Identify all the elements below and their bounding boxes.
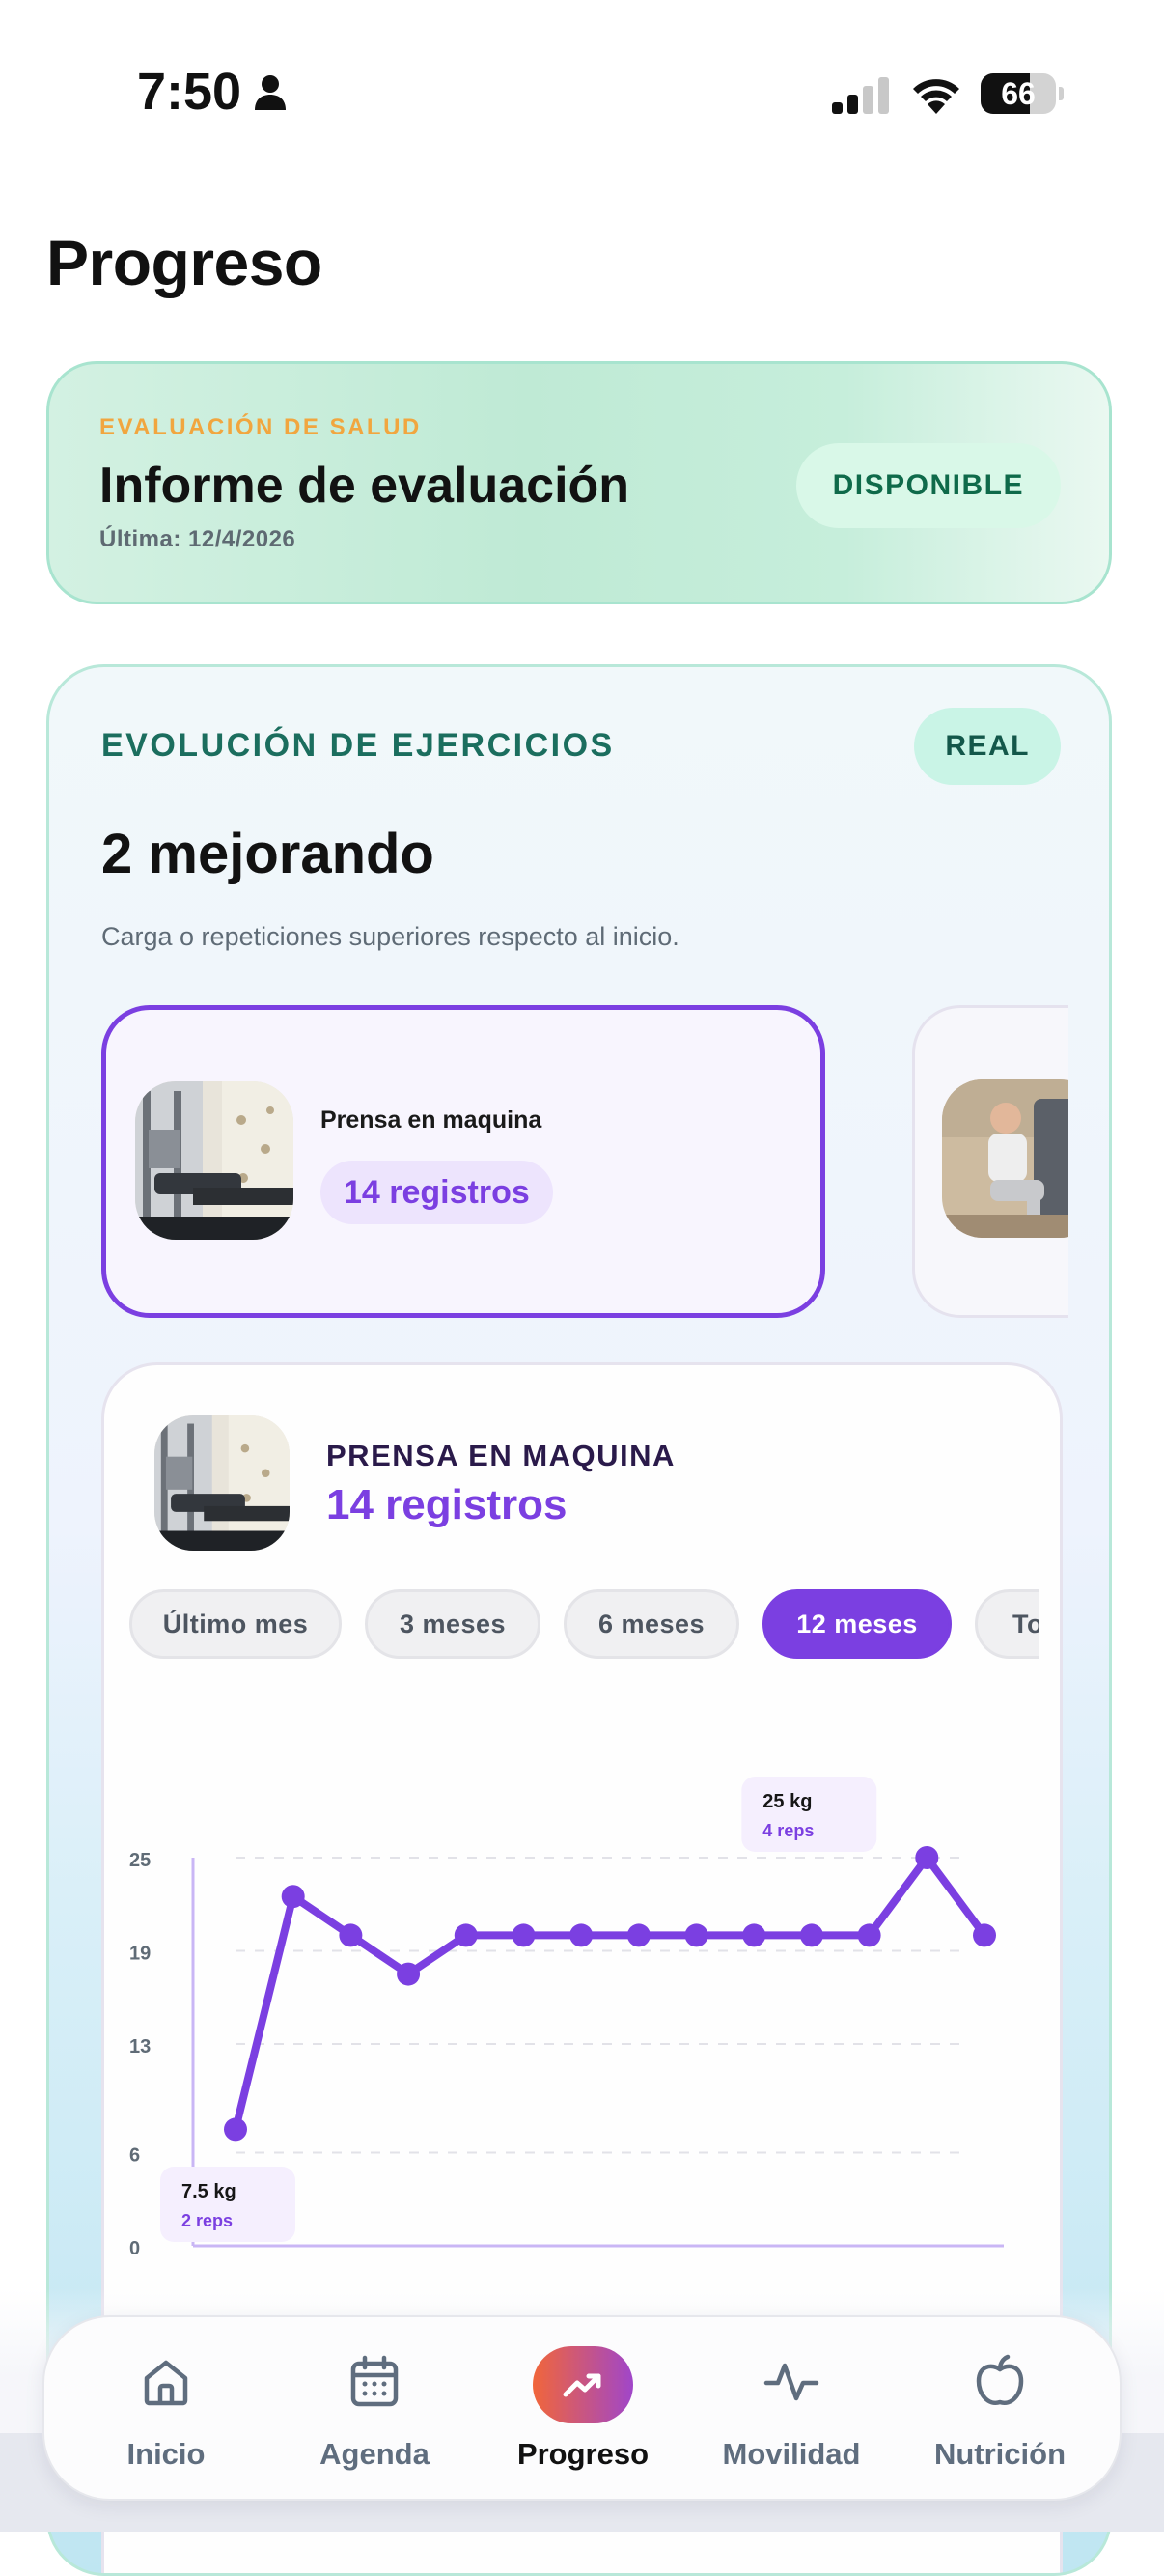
calendar-icon — [350, 2355, 399, 2407]
max-value-tooltip-weight: 25 kg — [762, 1791, 812, 1812]
data-point — [281, 1885, 305, 1909]
tab-label-inicio: Inicio — [126, 2437, 206, 2471]
min-value-tooltip-weight: 7.5 kg — [181, 2181, 236, 2202]
exercise-card-next[interactable] — [912, 1005, 1068, 1318]
data-point — [915, 1846, 939, 1869]
data-point — [454, 1923, 478, 1947]
trending-up-icon — [563, 2373, 601, 2397]
data-point — [857, 1923, 881, 1947]
data-point — [799, 1923, 823, 1947]
status-time: 7:50 — [137, 63, 242, 121]
min-value-tooltip-reps: 2 reps — [181, 2211, 233, 2230]
y-tick-label: 13 — [129, 2036, 151, 2058]
apple-icon — [976, 2354, 1024, 2406]
tab-progreso[interactable]: Progreso — [486, 2317, 679, 2503]
tab-label-agenda: Agenda — [319, 2437, 430, 2471]
tab-movilidad[interactable]: Movilidad — [695, 2317, 888, 2503]
y-tick-label: 25 — [129, 1850, 151, 1871]
tab-label-movilidad: Movilidad — [722, 2437, 861, 2471]
min-value-tooltip-bg — [160, 2167, 295, 2242]
data-point — [626, 1923, 651, 1947]
activity-icon — [763, 2363, 819, 2401]
evaluation-status-badge: DISPONIBLE — [795, 443, 1061, 528]
evaluation-last-date: Última: 12/4/2026 — [99, 526, 296, 552]
data-point — [684, 1923, 708, 1947]
series-line — [232, 1854, 988, 2134]
exercise-carousel[interactable]: Prensa en maquina 14 registros — [101, 1005, 1068, 1324]
status-bar: 7:50 66 — [0, 0, 1164, 145]
tab-inicio[interactable]: Inicio — [69, 2317, 263, 2503]
exercise-thumbnail-prensa — [135, 1081, 293, 1240]
data-point — [512, 1923, 536, 1947]
exercise-thumbnail-next — [942, 1079, 1068, 1238]
tab-agenda[interactable]: Agenda — [278, 2317, 471, 2503]
improving-count: 2 mejorando — [101, 823, 434, 885]
battery-icon: 66 — [981, 73, 1056, 114]
exercise-card-prensa[interactable]: Prensa en maquina 14 registros — [101, 1005, 825, 1318]
y-tick-label: 0 — [129, 2238, 140, 2259]
max-value-tooltip-reps: 4 reps — [762, 1821, 814, 1840]
page-title: Progreso — [46, 227, 322, 298]
y-tick-label: 6 — [129, 2145, 140, 2167]
evaluation-report-card[interactable]: EVALUACIÓN DE SALUD Informe de evaluació… — [46, 361, 1112, 604]
cellular-signal-icon — [832, 77, 889, 114]
tab-nutricion[interactable]: Nutrición — [903, 2317, 1096, 2503]
tab-label-nutricion: Nutrición — [933, 2437, 1067, 2471]
wifi-icon — [913, 79, 959, 114]
evaluation-kicker: EVALUACIÓN DE SALUD — [99, 414, 422, 440]
data-point — [224, 2117, 247, 2142]
battery-level: 66 — [1001, 76, 1036, 111]
data-point — [397, 1962, 421, 1986]
bottom-tab-bar: Inicio Agenda Progreso Movilidad Nutrici… — [42, 2315, 1122, 2501]
y-tick-label: 19 — [129, 1943, 151, 1964]
evolution-source-badge: REAL — [914, 708, 1061, 785]
tab-label-progreso: Progreso — [516, 2437, 650, 2471]
max-value-tooltip-bg — [741, 1777, 877, 1852]
exercise-name: Prensa en maquina — [320, 1106, 542, 1134]
data-point — [742, 1923, 766, 1947]
person-icon — [255, 75, 286, 110]
data-point — [569, 1923, 594, 1947]
exercise-records-badge: 14 registros — [320, 1161, 553, 1224]
battery-nub — [1059, 87, 1064, 100]
data-point — [973, 1923, 996, 1947]
data-point — [339, 1923, 363, 1947]
home-icon — [144, 2360, 188, 2406]
evaluation-title: Informe de evaluación — [99, 458, 630, 514]
evolution-kicker: EVOLUCIÓN DE EJERCICIOS — [101, 727, 615, 764]
evolution-description: Carga o repeticiones superiores respecto… — [101, 922, 679, 951]
